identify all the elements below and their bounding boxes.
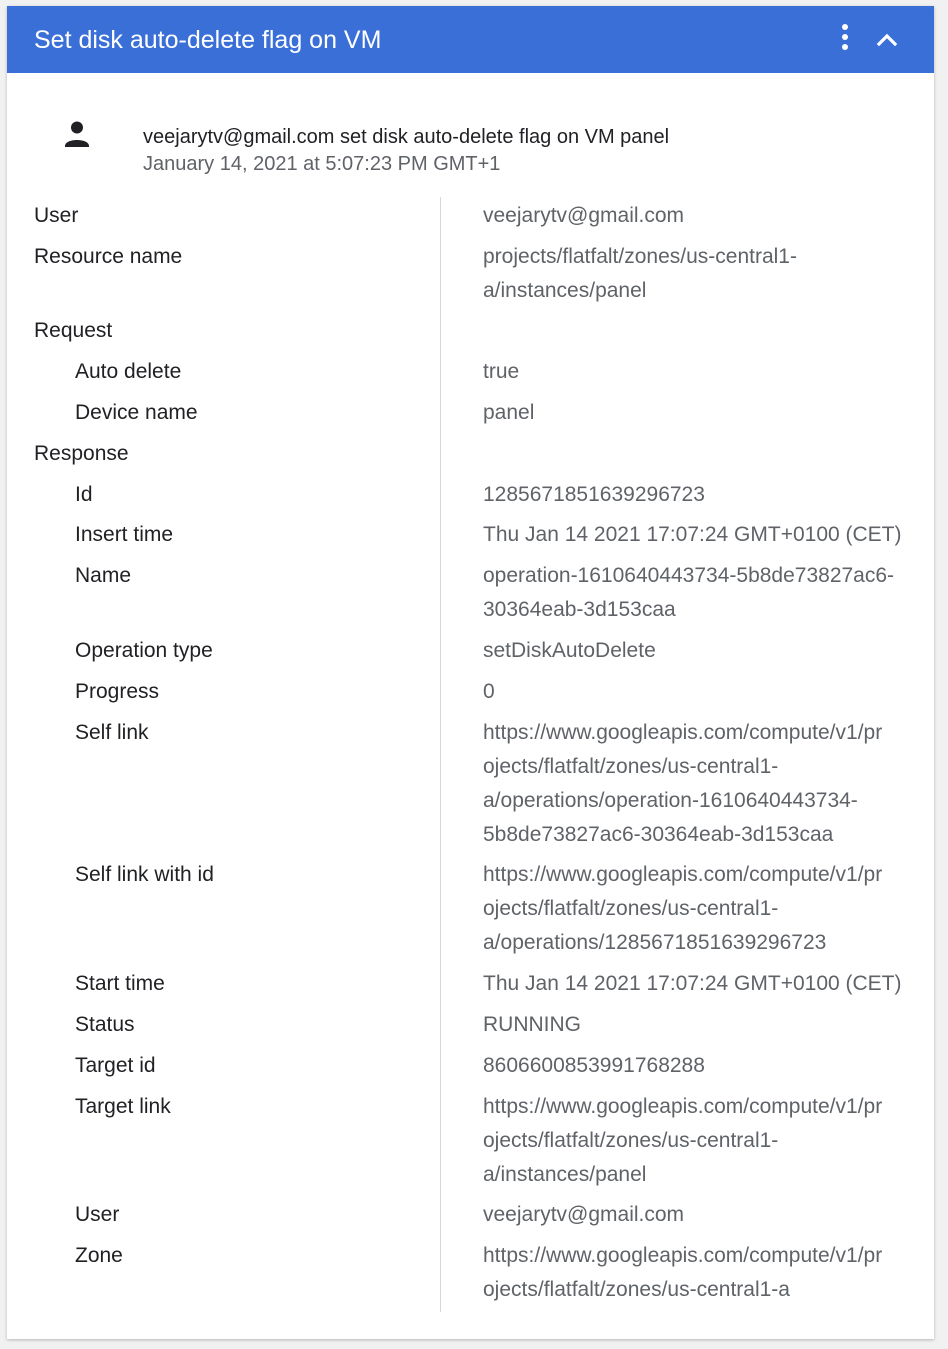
detail-label: Progress bbox=[75, 680, 160, 703]
detail-value: setDiskAutoDelete bbox=[483, 639, 656, 662]
detail-value: 0 bbox=[483, 680, 495, 703]
detail-value: 8606600853991768288 bbox=[483, 1054, 705, 1077]
column-divider bbox=[440, 197, 441, 1312]
detail-label: Id bbox=[75, 483, 93, 506]
detail-value: https://www.googleapis.com/compute/v1/pr… bbox=[483, 1095, 883, 1186]
activity-card: Set disk auto-delete flag on VM veejaryt… bbox=[7, 6, 934, 1339]
detail-value: projects/flatfalt/zones/us-central1- a/i… bbox=[483, 245, 797, 302]
section-label: Response bbox=[34, 442, 129, 465]
activity-timestamp: January 14, 2021 at 5:07:23 PM GMT+1 bbox=[143, 153, 501, 175]
detail-label: User bbox=[75, 1203, 120, 1226]
detail-label: Start time bbox=[75, 972, 165, 995]
activity-summary: veejarytv@gmail.com set disk auto-delete… bbox=[143, 126, 670, 148]
detail-value: 1285671851639296723 bbox=[483, 483, 705, 506]
detail-label: User bbox=[34, 204, 79, 227]
collapse-chevron-up-icon[interactable] bbox=[872, 24, 902, 54]
detail-value: Thu Jan 14 2021 17:07:24 GMT+0100 (CET) bbox=[483, 972, 902, 995]
detail-value: https://www.googleapis.com/compute/v1/pr… bbox=[483, 1244, 883, 1301]
detail-value: Thu Jan 14 2021 17:07:24 GMT+0100 (CET) bbox=[483, 523, 902, 546]
detail-value: https://www.googleapis.com/compute/v1/pr… bbox=[483, 863, 883, 954]
detail-label: Self link bbox=[75, 721, 149, 744]
detail-value: veejarytv@gmail.com bbox=[483, 1203, 685, 1226]
detail-label: Name bbox=[75, 564, 132, 587]
detail-label: Status bbox=[75, 1013, 135, 1036]
person-icon bbox=[64, 120, 90, 148]
detail-value: panel bbox=[483, 401, 535, 424]
section-label: Request bbox=[34, 319, 113, 342]
detail-label: Auto delete bbox=[75, 360, 182, 383]
detail-value: true bbox=[483, 360, 520, 383]
detail-label: Zone bbox=[75, 1244, 123, 1267]
card-title: Set disk auto-delete flag on VM bbox=[34, 26, 382, 54]
detail-label: Target link bbox=[75, 1095, 171, 1118]
detail-label: Device name bbox=[75, 401, 198, 424]
detail-label: Target id bbox=[75, 1054, 156, 1077]
detail-value: RUNNING bbox=[483, 1013, 581, 1036]
detail-label: Operation type bbox=[75, 639, 213, 662]
more-options-icon[interactable] bbox=[833, 22, 857, 52]
detail-value: operation-1610640443734-5b8de73827ac6- 3… bbox=[483, 564, 895, 621]
detail-label: Resource name bbox=[34, 245, 183, 268]
detail-value: https://www.googleapis.com/compute/v1/pr… bbox=[483, 721, 883, 846]
detail-value: veejarytv@gmail.com bbox=[483, 204, 685, 227]
detail-label: Self link with id bbox=[75, 863, 214, 886]
detail-label: Insert time bbox=[75, 523, 174, 546]
card-header: Set disk auto-delete flag on VM bbox=[7, 6, 934, 73]
